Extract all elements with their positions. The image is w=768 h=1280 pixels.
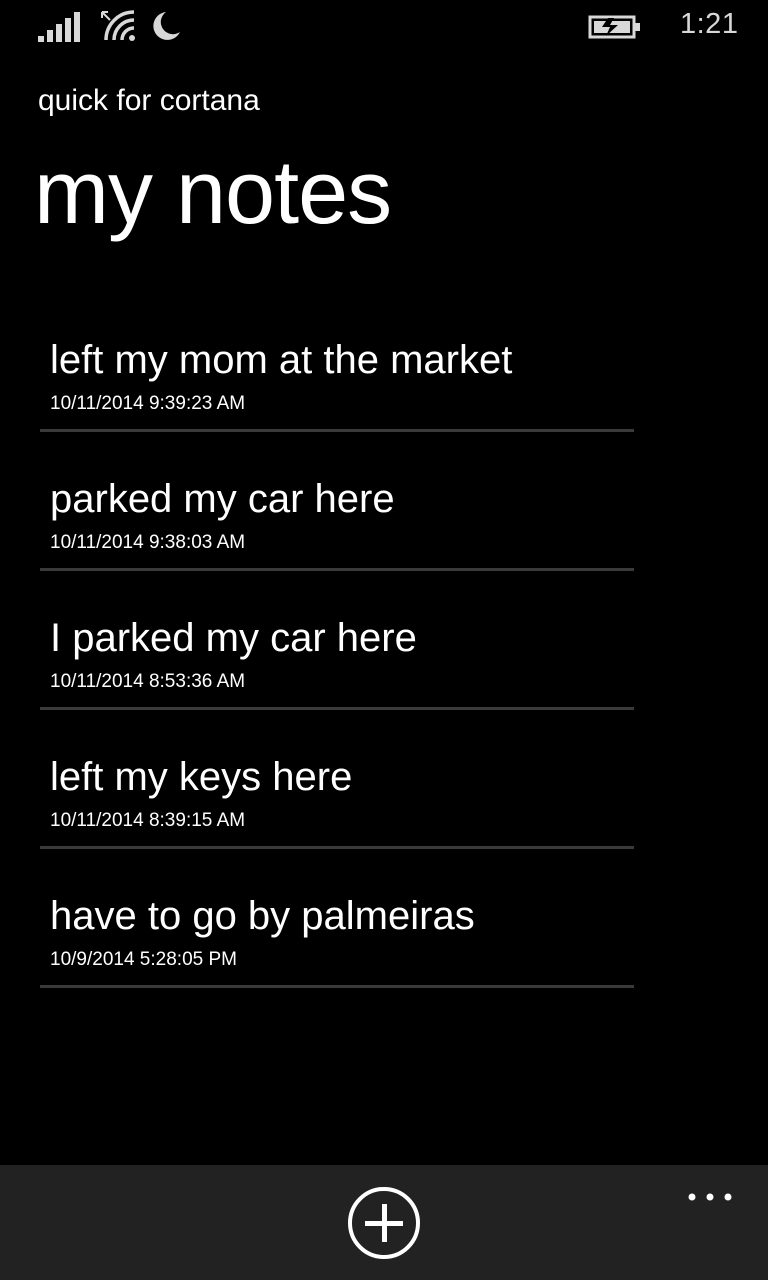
- clock-time: 1:21: [680, 8, 739, 40]
- app-title: quick for cortana: [38, 84, 260, 117]
- note-timestamp: 10/9/2014 5:28:05 PM: [50, 949, 237, 970]
- note-text: I parked my car here: [50, 616, 417, 660]
- note-text: left my keys here: [50, 755, 353, 799]
- note-timestamp: 10/11/2014 8:53:36 AM: [50, 671, 246, 692]
- note-item[interactable]: left my mom at the market 10/11/2014 9:3…: [40, 330, 634, 432]
- add-icon: [348, 1187, 420, 1259]
- page-title: my notes: [34, 143, 392, 243]
- add-note-button[interactable]: [346, 1185, 422, 1261]
- quiet-hours-moon-icon: [153, 12, 180, 40]
- note-text: have to go by palmeiras: [50, 894, 475, 938]
- more-options-button[interactable]: [680, 1173, 740, 1213]
- battery-charging-icon: [588, 15, 640, 39]
- note-timestamp: 10/11/2014 9:39:23 AM: [50, 393, 246, 414]
- signal-icon: [38, 12, 80, 42]
- note-text: left my mom at the market: [50, 338, 513, 382]
- note-text: parked my car here: [50, 477, 395, 521]
- phone-screen: 1:21 quick for cortana my notes left my …: [0, 0, 768, 1280]
- app-bar: [0, 1165, 768, 1280]
- note-timestamp: 10/11/2014 8:39:15 AM: [50, 810, 246, 831]
- more-ellipsis-icon: [688, 1193, 732, 1201]
- note-item[interactable]: have to go by palmeiras 10/9/2014 5:28:0…: [40, 886, 634, 988]
- note-item[interactable]: I parked my car here 10/11/2014 8:53:36 …: [40, 608, 634, 710]
- note-item[interactable]: left my keys here 10/11/2014 8:39:15 AM: [40, 747, 634, 849]
- note-timestamp: 10/11/2014 9:38:03 AM: [50, 532, 246, 553]
- note-item[interactable]: parked my car here 10/11/2014 9:38:03 AM: [40, 469, 634, 571]
- status-bar: 1:21: [0, 0, 768, 56]
- wifi-icon: [101, 10, 135, 41]
